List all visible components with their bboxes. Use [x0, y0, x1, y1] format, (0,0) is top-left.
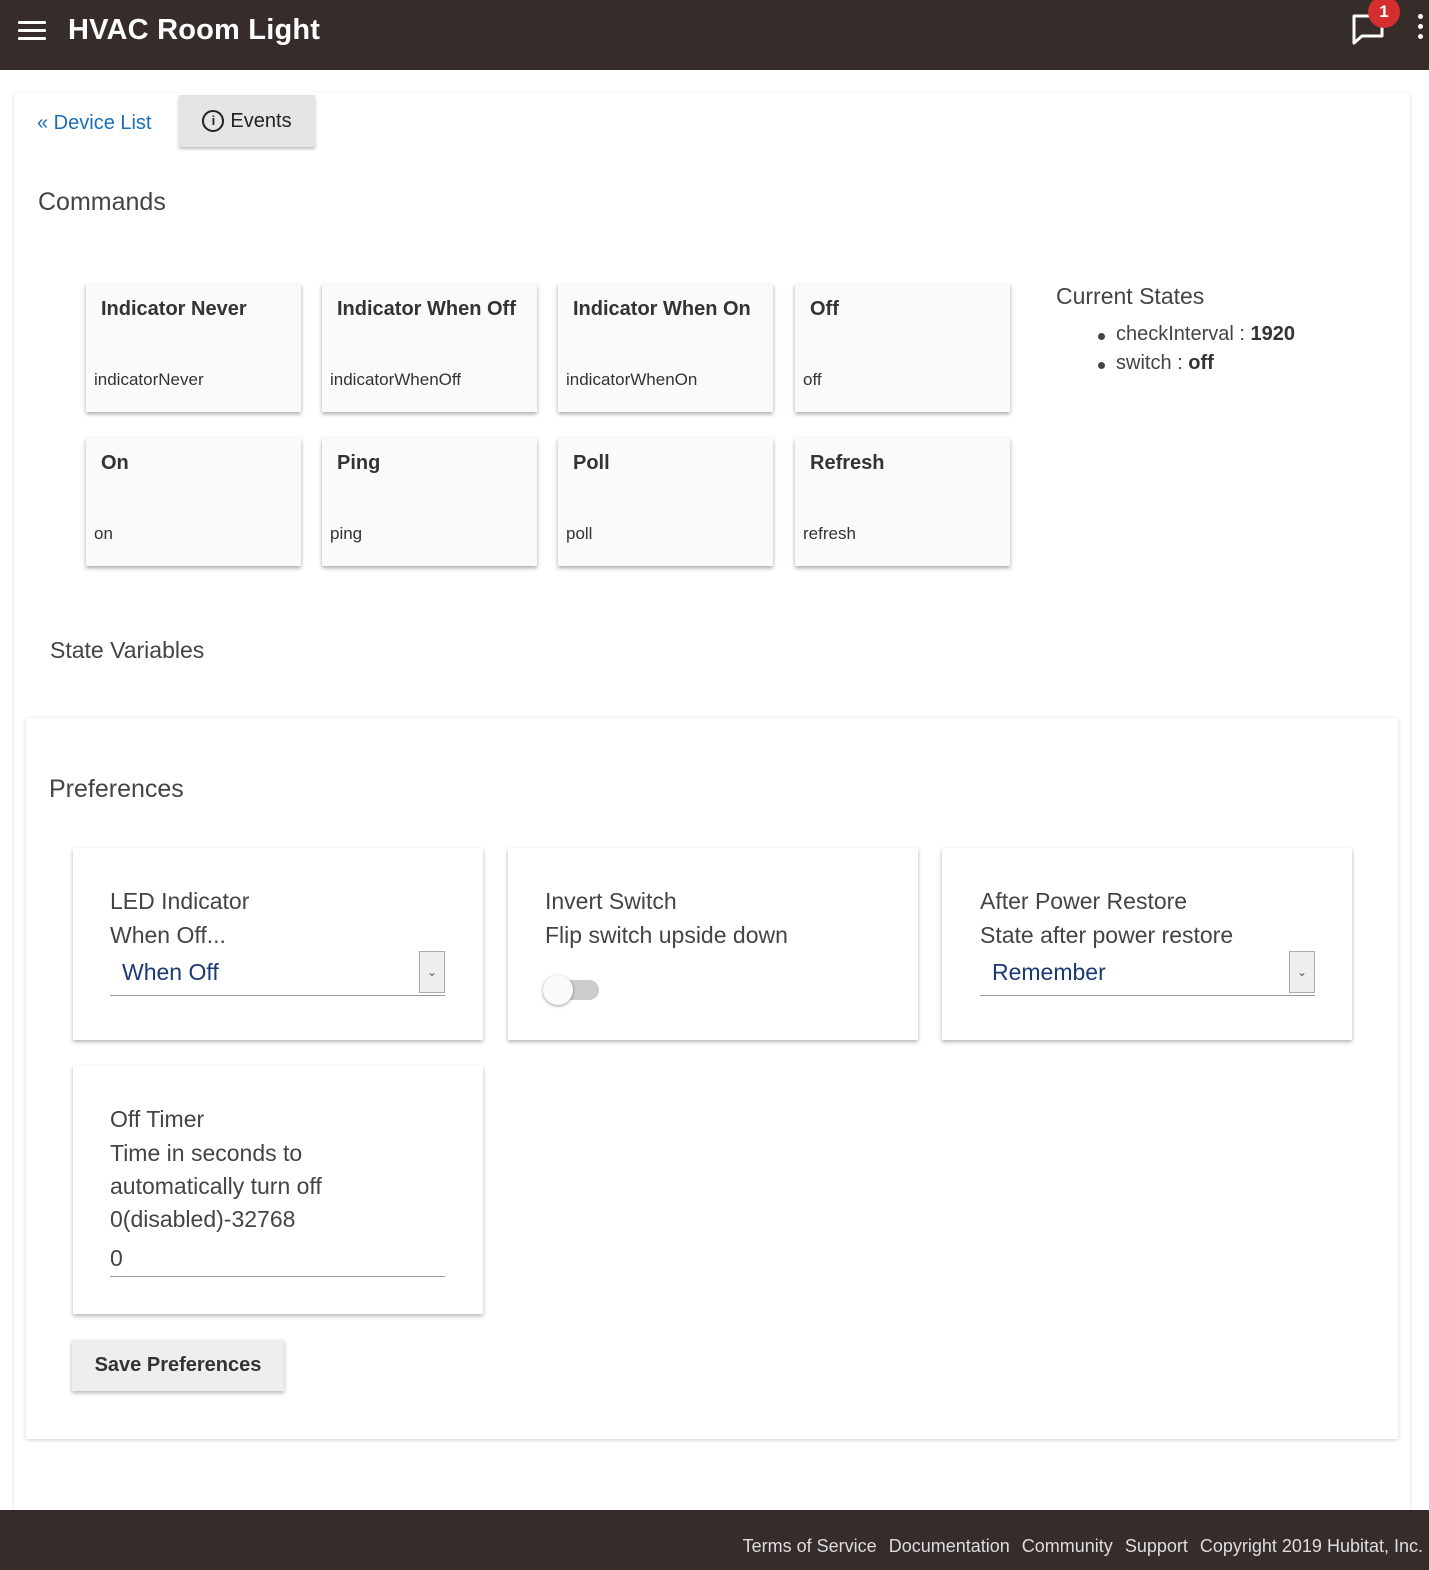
events-button[interactable]: i Events	[179, 95, 315, 147]
pref-invert-switch-title: Invert Switch	[545, 888, 677, 914]
command-off[interactable]: Off off	[795, 284, 1010, 412]
community-link[interactable]: Community	[1022, 1536, 1113, 1556]
toggle-thumb[interactable]	[543, 975, 573, 1005]
pref-led-indicator-desc: When Off...	[110, 922, 226, 948]
command-name: Indicator When Off	[337, 298, 516, 320]
state-separator: :	[1171, 352, 1189, 374]
preferences-heading: Preferences	[49, 775, 184, 803]
command-indicator-when-on[interactable]: Indicator When On indicatorWhenOn	[558, 284, 773, 412]
after-power-restore-select[interactable]: Remember ⌄	[980, 951, 1315, 996]
footer: Terms of Service Documentation Community Su…	[0, 1510, 1429, 1570]
command-method: off	[803, 370, 822, 389]
state-item: checkInterval : 1920	[1096, 323, 1295, 352]
state-key: checkInterval	[1116, 323, 1234, 345]
current-states-heading: Current States	[1056, 283, 1205, 309]
command-method: poll	[566, 524, 593, 543]
chevron-down-icon[interactable]: ⌄	[419, 951, 445, 993]
command-refresh[interactable]: Refresh refresh	[795, 438, 1010, 566]
pref-after-power-restore-desc: State after power restore	[980, 922, 1234, 948]
command-ping[interactable]: Ping ping	[322, 438, 537, 566]
device-list-link[interactable]: « Device List	[37, 112, 152, 135]
command-method: refresh	[803, 524, 856, 543]
command-name: Refresh	[810, 452, 885, 474]
after-power-restore-selected: Remember	[992, 959, 1106, 985]
pref-invert-switch-desc: Flip switch upside down	[545, 922, 788, 948]
support-link[interactable]: Support	[1125, 1536, 1188, 1556]
more-options-icon[interactable]	[1418, 14, 1426, 44]
command-name: Poll	[573, 452, 610, 474]
command-name: Off	[810, 298, 839, 320]
state-separator: :	[1233, 323, 1251, 345]
command-method: on	[94, 524, 113, 543]
info-icon: i	[202, 109, 225, 132]
save-preferences-button[interactable]: Save Preferences	[72, 1340, 284, 1391]
pref-off-timer-desc-3: 0(disabled)-32768	[110, 1206, 296, 1232]
terms-link[interactable]: Terms of Service	[743, 1536, 877, 1556]
state-variables-heading: State Variables	[50, 637, 205, 663]
pref-after-power-restore-title: After Power Restore	[980, 888, 1188, 914]
copyright-text: Copyright 2019 Hubitat, Inc.	[1199, 1536, 1423, 1556]
command-name: On	[101, 452, 129, 474]
state-value: 1920	[1250, 323, 1296, 345]
pref-led-indicator-title: LED Indicator	[110, 888, 250, 914]
pref-off-timer-desc-1: Time in seconds to	[110, 1140, 303, 1166]
invert-switch-toggle[interactable]	[543, 975, 599, 1005]
events-label: Events	[230, 109, 292, 132]
command-method: ping	[330, 524, 363, 543]
chevron-down-icon[interactable]: ⌄	[1289, 951, 1315, 993]
command-method: indicatorNever	[94, 370, 204, 389]
notification-badge[interactable]: 1	[1368, 0, 1400, 28]
off-timer-input[interactable]	[110, 1240, 445, 1277]
state-value: off	[1188, 352, 1214, 374]
command-name: Ping	[337, 452, 381, 474]
current-states-list: checkInterval : 1920 switch : off	[1096, 323, 1295, 381]
command-name: Indicator Never	[101, 298, 247, 320]
led-indicator-selected: When Off	[122, 959, 219, 985]
commands-heading: Commands	[38, 188, 166, 216]
led-indicator-select[interactable]: When Off ⌄	[110, 951, 445, 996]
command-indicator-when-off[interactable]: Indicator When Off indicatorWhenOff	[322, 284, 537, 412]
command-name: Indicator When On	[573, 298, 751, 320]
documentation-link[interactable]: Documentation	[889, 1536, 1010, 1556]
command-indicator-never[interactable]: Indicator Never indicatorNever	[86, 284, 301, 412]
pref-off-timer-title: Off Timer	[110, 1106, 205, 1132]
page-title: HVAC Room Light	[68, 14, 321, 46]
pref-off-timer-desc-2: automatically turn off	[110, 1173, 322, 1199]
command-method: indicatorWhenOff	[330, 370, 462, 389]
command-method: indicatorWhenOn	[566, 370, 698, 389]
footer-links: Terms of Service Documentation Community Su…	[731, 1536, 1423, 1557]
command-on[interactable]: On on	[86, 438, 301, 566]
state-item: switch : off	[1096, 352, 1295, 381]
menu-icon[interactable]	[18, 18, 46, 46]
top-app-bar: HVAC Room Light 1	[0, 0, 1429, 70]
state-key: switch	[1116, 352, 1172, 374]
command-poll[interactable]: Poll poll	[558, 438, 773, 566]
